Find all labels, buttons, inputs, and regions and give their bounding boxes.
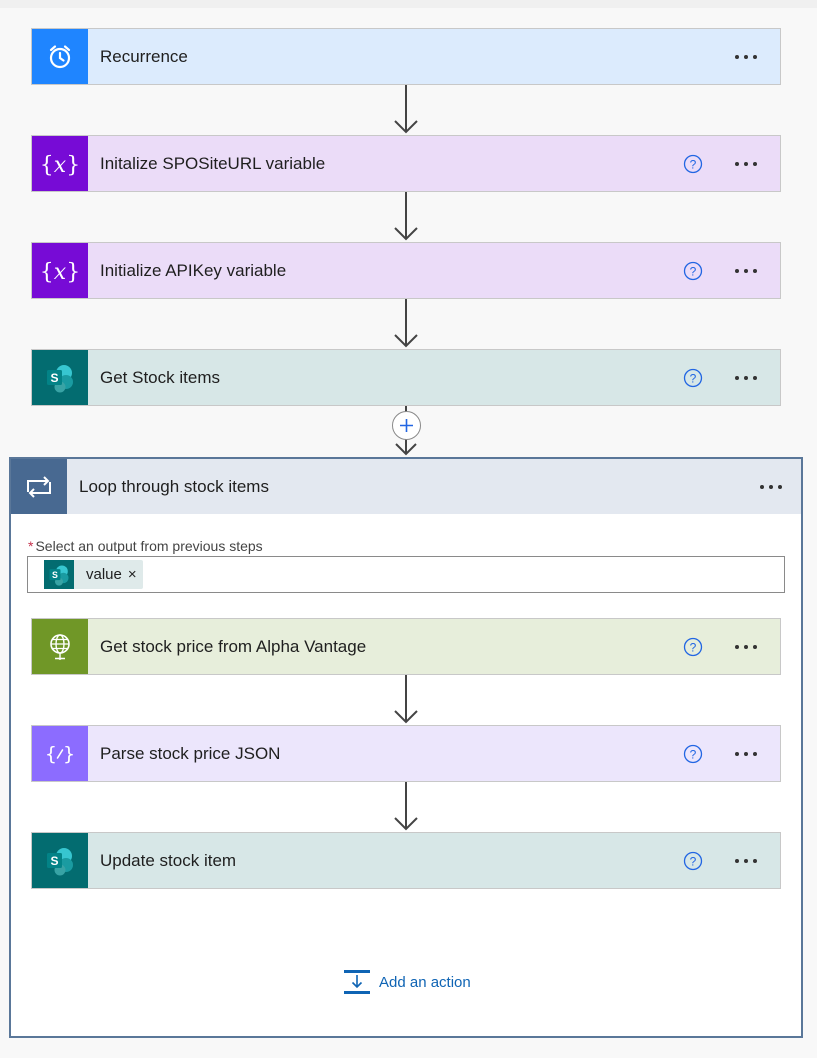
more-options-button[interactable]	[724, 256, 768, 286]
svg-text:{𝑥}: {𝑥}	[40, 260, 80, 285]
loop-icon	[11, 459, 67, 514]
sharepoint-icon: S	[44, 560, 74, 589]
variable-icon: {𝑥}	[32, 243, 88, 298]
top-strip	[0, 0, 817, 8]
sharepoint-icon: S	[32, 833, 88, 888]
step-title: Initalize SPOSiteURL variable	[100, 153, 326, 173]
sharepoint-icon: S	[32, 350, 88, 405]
add-action-icon	[344, 970, 370, 994]
svg-text:?: ?	[690, 854, 697, 868]
help-icon[interactable]: ?	[682, 850, 704, 872]
svg-text:{𝑥}: {𝑥}	[40, 153, 80, 178]
output-field-label: * Select an output from previous steps	[28, 538, 263, 554]
output-select-field[interactable]: S value ×	[27, 556, 785, 593]
step-title: Parse stock price JSON	[100, 743, 281, 763]
token-label: value	[86, 566, 122, 583]
step-get-stock-items[interactable]: S Get Stock items ?	[31, 349, 781, 406]
arrow-down-icon	[394, 782, 418, 831]
more-options-button[interactable]	[724, 363, 768, 393]
variable-icon: {𝑥}	[32, 136, 88, 191]
loop-header[interactable]: Loop through stock items	[11, 459, 801, 514]
required-marker: *	[28, 538, 34, 554]
more-options-button[interactable]	[724, 149, 768, 179]
arrow-down-icon	[394, 85, 418, 134]
svg-text:?: ?	[690, 640, 697, 654]
arrow-down-icon	[394, 675, 418, 724]
loop-container: Loop through stock items * Select an outp…	[9, 457, 803, 1038]
svg-text:?: ?	[690, 264, 697, 278]
svg-text:S: S	[50, 854, 58, 868]
json-parse-icon: { }	[32, 726, 88, 781]
alarm-clock-icon	[32, 29, 88, 84]
step-init-sposite-url[interactable]: {𝑥} Initalize SPOSiteURL variable ?	[31, 135, 781, 192]
step-parse-json[interactable]: { } Parse stock price JSON ?	[31, 725, 781, 782]
step-init-apikey[interactable]: {𝑥} Initialize APIKey variable ?	[31, 242, 781, 299]
svg-text:?: ?	[690, 371, 697, 385]
insert-step-button[interactable]	[392, 411, 421, 440]
arrow-down-icon	[394, 192, 418, 241]
help-icon[interactable]: ?	[682, 367, 704, 389]
step-title: Recurrence	[100, 46, 188, 66]
step-title: Initialize APIKey variable	[100, 260, 287, 280]
svg-text:?: ?	[690, 157, 697, 171]
arrow-down-icon	[394, 299, 418, 348]
plus-icon	[400, 419, 413, 432]
help-icon[interactable]: ?	[682, 153, 704, 175]
dynamic-content-token[interactable]: S value ×	[44, 560, 143, 589]
add-action-button[interactable]: Add an action	[343, 969, 471, 995]
more-options-button[interactable]	[724, 632, 768, 662]
help-icon[interactable]: ?	[682, 260, 704, 282]
step-title: Get stock price from Alpha Vantage	[100, 636, 367, 656]
step-update-stock-item[interactable]: S Update stock item ?	[31, 832, 781, 889]
more-options-button[interactable]	[724, 846, 768, 876]
more-options-button[interactable]	[724, 739, 768, 769]
help-icon[interactable]: ?	[682, 743, 704, 765]
svg-text:S: S	[50, 371, 58, 385]
help-icon[interactable]: ?	[682, 636, 704, 658]
remove-token-button[interactable]: ×	[128, 566, 143, 583]
loop-title: Loop through stock items	[79, 476, 269, 496]
more-options-button[interactable]	[724, 42, 768, 72]
step-recurrence[interactable]: Recurrence	[31, 28, 781, 85]
more-options-button[interactable]	[749, 472, 793, 502]
add-action-label: Add an action	[379, 973, 471, 991]
step-title: Update stock item	[100, 850, 237, 870]
http-globe-icon	[32, 619, 88, 674]
step-title: Get Stock items	[100, 367, 220, 387]
svg-text:S: S	[52, 569, 58, 579]
svg-text:?: ?	[690, 747, 697, 761]
step-get-stock-price[interactable]: Get stock price from Alpha Vantage ?	[31, 618, 781, 675]
